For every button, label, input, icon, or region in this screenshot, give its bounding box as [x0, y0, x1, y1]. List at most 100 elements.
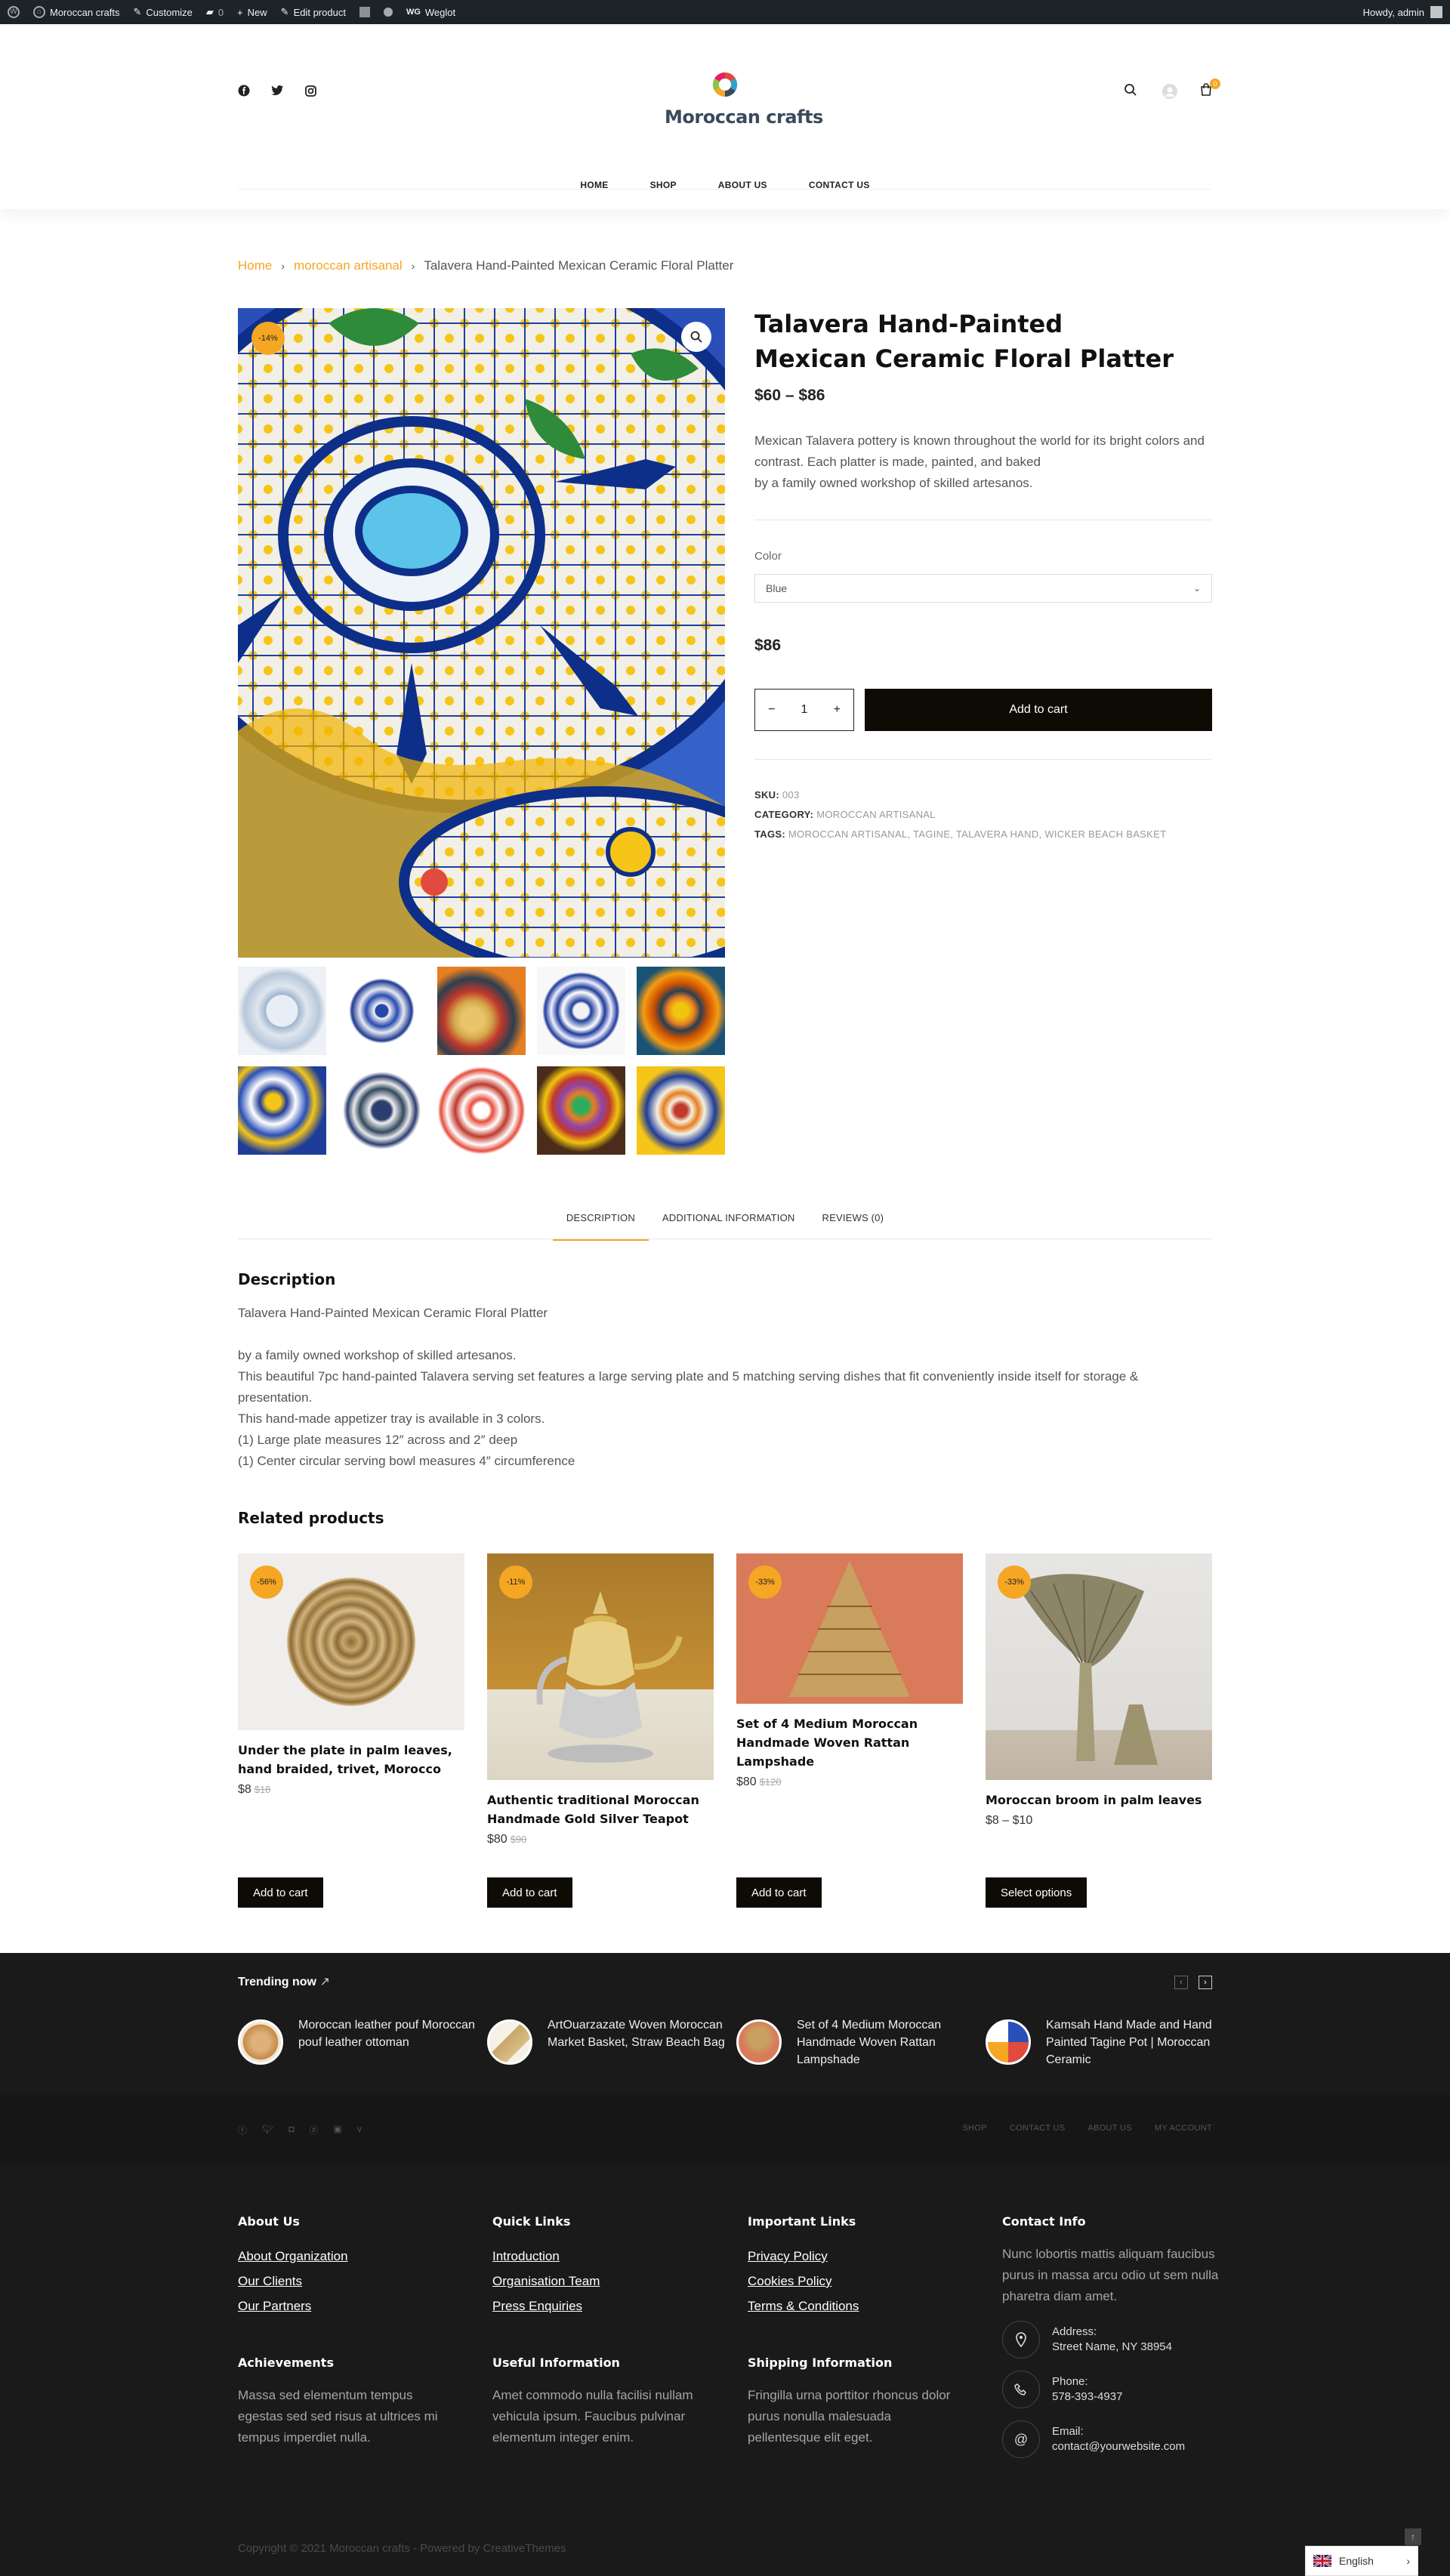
product-name[interactable]: Moroccan broom in palm leaves	[986, 1791, 1212, 1809]
tab-description[interactable]: DESCRIPTION	[552, 1212, 649, 1241]
category-link[interactable]: MOROCCAN ARTISANAL	[816, 809, 936, 820]
admin-comments[interactable]: ▰ 0	[206, 6, 224, 18]
product-thumbnail[interactable]	[238, 1066, 326, 1155]
product-thumbnail[interactable]	[637, 967, 725, 1055]
product-thumbnail[interactable]	[338, 1066, 426, 1155]
footer-link-my-account[interactable]: MY ACCOUNT	[1155, 2124, 1212, 2133]
twitter-icon[interactable]: 🐦︎	[262, 2124, 273, 2136]
admin-weglot[interactable]: WG Weglot	[406, 7, 455, 18]
product-name[interactable]: Authentic traditional Moroccan Handmade …	[487, 1791, 714, 1828]
admin-plugin-icon[interactable]	[359, 7, 370, 17]
product-thumbnail[interactable]	[338, 967, 426, 1055]
product-thumbnail[interactable]	[437, 967, 526, 1055]
footer-link-shop[interactable]: SHOP	[963, 2124, 987, 2133]
product-name[interactable]: Set of 4 Medium Moroccan Handmade Woven …	[736, 1714, 963, 1771]
tags-row: TAGS: MOROCCAN ARTISANAL, TAGINE, TALAVE…	[754, 828, 1167, 840]
product-thumbnail[interactable]	[637, 1066, 725, 1155]
admin-account[interactable]: Howdy, admin	[1363, 6, 1442, 18]
footer-link[interactable]: Cookies Policy	[748, 2269, 974, 2294]
admin-status-icon[interactable]	[383, 8, 393, 17]
user-account-icon[interactable]	[1162, 83, 1177, 99]
product-thumbnail[interactable]	[437, 1066, 526, 1155]
site-logo[interactable]: Moroccan crafts	[665, 69, 823, 128]
footer-link[interactable]: About Organization	[238, 2244, 464, 2269]
twitter-icon[interactable]	[271, 85, 283, 97]
footer-link[interactable]: Introduction	[492, 2244, 719, 2269]
product-image[interactable]: -33%	[736, 1553, 963, 1704]
product-price: $80 $120	[736, 1775, 782, 1788]
vimeo-icon[interactable]: v	[357, 2124, 362, 2136]
product-image[interactable]: -11%	[487, 1553, 714, 1780]
nav-item-about-us[interactable]: ABOUT US	[718, 180, 767, 190]
footer-link[interactable]: Organisation Team	[492, 2269, 719, 2294]
language-switcher[interactable]: English ›	[1305, 2546, 1418, 2576]
email-link[interactable]: contact@yourwebsite.com	[1052, 2440, 1185, 2453]
carousel-prev-button[interactable]: ‹	[1174, 1976, 1188, 1989]
product-main-image[interactable]: -14%	[238, 308, 725, 958]
description-title: Description	[238, 1270, 336, 1288]
instagram-icon[interactable]	[304, 85, 316, 97]
add-to-cart-button[interactable]: Add to cart	[736, 1877, 822, 1908]
add-to-cart-button[interactable]: Add to cart	[487, 1877, 572, 1908]
facebook-icon[interactable]	[238, 85, 250, 97]
admin-edit-product[interactable]: ✎ Edit product	[281, 6, 346, 18]
minus-icon[interactable]: −	[768, 703, 775, 717]
admin-site-name[interactable]: ⌂ Moroccan crafts	[33, 6, 119, 18]
product-image[interactable]: -56%	[238, 1553, 464, 1730]
footer-link[interactable]: Privacy Policy	[748, 2244, 974, 2269]
divider	[754, 759, 1211, 760]
at-sign-icon: @	[1002, 2420, 1040, 2458]
nav-item-contact-us[interactable]: CONTACT US	[809, 180, 870, 190]
sale-badge: -14%	[251, 322, 285, 355]
trending-item[interactable]: Set of 4 Medium Moroccan Handmade Woven …	[736, 2019, 978, 2069]
related-product-card[interactable]: -33% Moroccan broom in palm leaves $8 – …	[986, 1553, 1212, 1828]
category-row: CATEGORY: MOROCCAN ARTISANAL	[754, 809, 936, 820]
admin-new[interactable]: + New	[237, 7, 267, 18]
avatar	[1430, 6, 1442, 18]
trending-item[interactable]: ArtOuarzazate Woven Moroccan Market Bask…	[487, 2019, 729, 2065]
tab-additional-information[interactable]: ADDITIONAL INFORMATION	[649, 1212, 809, 1241]
product-thumbnail[interactable]	[537, 967, 625, 1055]
pinterest-icon[interactable]: ⓟ	[310, 2124, 319, 2136]
footer-link[interactable]: Our Clients	[238, 2269, 464, 2294]
breadcrumb-category[interactable]: moroccan artisanal	[294, 258, 403, 273]
facebook-icon[interactable]: ⓕ	[238, 2124, 247, 2136]
product-thumbnail[interactable]	[537, 1066, 625, 1155]
search-icon[interactable]	[1124, 83, 1139, 98]
plus-icon[interactable]: +	[834, 703, 841, 717]
tab-reviews[interactable]: REVIEWS (0)	[808, 1212, 897, 1241]
related-product-card[interactable]: -33% Set of 4 Medium Moroccan Handmade W…	[736, 1553, 963, 1789]
select-options-button[interactable]: Select options	[986, 1877, 1088, 1908]
related-product-card[interactable]: -56% Under the plate in palm leaves, han…	[238, 1553, 464, 1797]
quantity-value[interactable]: 1	[801, 703, 808, 717]
footer-link[interactable]: Terms & Conditions	[748, 2294, 974, 2318]
breadcrumb-home[interactable]: Home	[238, 258, 272, 273]
admin-customize[interactable]: ✎ Customize	[133, 6, 192, 18]
instagram-icon[interactable]: ◘	[288, 2124, 294, 2136]
footer-link[interactable]: Our Partners	[238, 2294, 464, 2318]
add-to-cart-button[interactable]: Add to cart	[238, 1877, 323, 1908]
contact-email: @ Email: contact@yourwebsite.com	[1002, 2420, 1221, 2458]
scroll-to-top-button[interactable]: ↑	[1405, 2528, 1421, 2545]
product-name[interactable]: Under the plate in palm leaves, hand bra…	[238, 1741, 464, 1779]
nav-item-shop[interactable]: SHOP	[650, 180, 677, 190]
footer-link-about-us[interactable]: ABOUT US	[1088, 2124, 1131, 2133]
add-to-cart-button[interactable]: Add to cart	[865, 689, 1212, 731]
nav-item-home[interactable]: HOME	[580, 180, 608, 190]
youtube-icon[interactable]: ▣	[334, 2124, 342, 2136]
carousel-next-button[interactable]: ›	[1199, 1976, 1212, 1989]
wordpress-logo-icon[interactable]: W	[8, 6, 20, 18]
footer-link[interactable]: Press Enquiries	[492, 2294, 719, 2318]
quantity-stepper[interactable]: − 1 +	[754, 689, 854, 731]
related-product-card[interactable]: -11% Authentic traditional Moroccan Hand…	[487, 1553, 714, 1846]
phone-link[interactable]: 578-393-4937	[1052, 2390, 1122, 2403]
zoom-icon[interactable]	[681, 322, 711, 352]
cart-icon[interactable]: 0	[1199, 79, 1220, 98]
footer-link-contact-us[interactable]: CONTACT US	[1010, 2124, 1066, 2133]
product-thumbnail[interactable]	[238, 967, 326, 1055]
product-image[interactable]: -33%	[986, 1553, 1212, 1780]
color-select[interactable]: Blue ⌄	[754, 574, 1212, 603]
trending-item[interactable]: Moroccan leather pouf Moroccan pouf leat…	[238, 2019, 480, 2065]
trending-item[interactable]: Kamsah Hand Made and Hand Painted Tagine…	[986, 2019, 1227, 2069]
tags-links[interactable]: MOROCCAN ARTISANAL, TAGINE, TALAVERA HAN…	[788, 828, 1166, 840]
